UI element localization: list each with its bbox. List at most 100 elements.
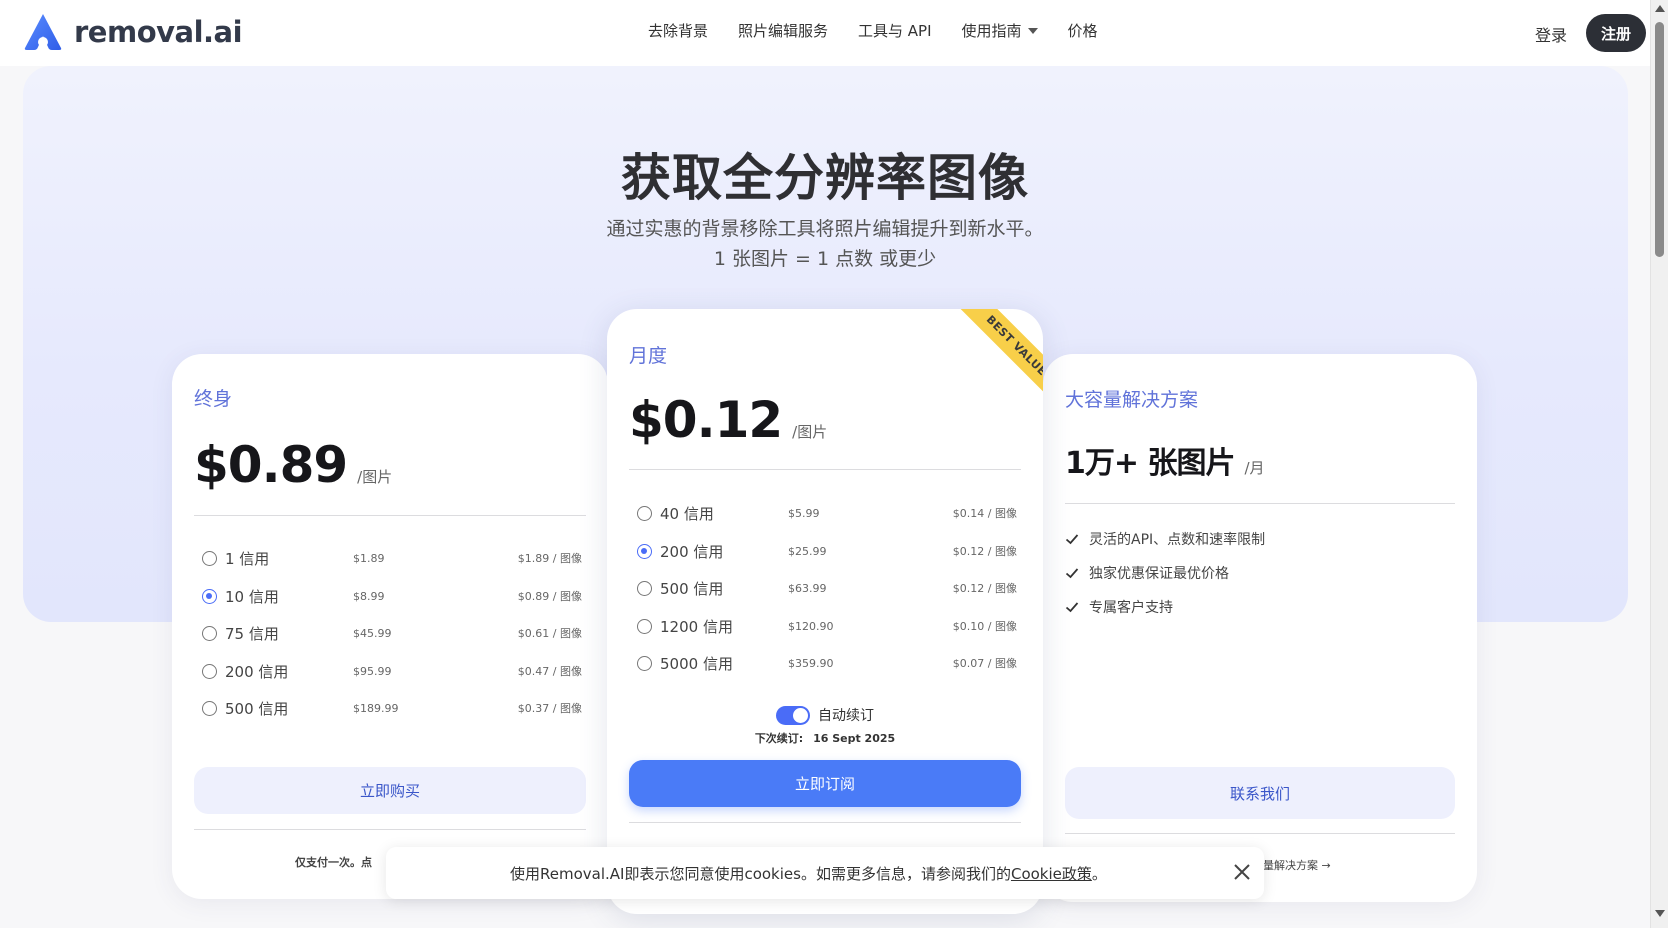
radio-button[interactable] xyxy=(202,625,217,641)
nav-pricing[interactable]: 价格 xyxy=(1068,20,1098,41)
cookie-text: 使用Removal.AI即表示您同意使用cookies。如需更多信息，请参阅我们… xyxy=(510,865,1011,883)
credit-option[interactable]: 40 信用 $5.99 $0.14 / 图像 xyxy=(637,502,1017,524)
auto-renew-label: 自动续订 xyxy=(818,708,874,724)
credit-option[interactable]: 200 信用 $95.99 $0.47 / 图像 xyxy=(202,660,582,682)
radio-button[interactable] xyxy=(202,663,217,679)
option-unit-price: $0.89 / 图像 xyxy=(517,590,582,603)
option-price: $189.99 xyxy=(353,701,399,715)
chevron-down-icon xyxy=(1027,27,1038,34)
option-price: $45.99 xyxy=(353,626,392,640)
option-label: 200 信用 xyxy=(225,662,289,681)
option-label: 75 信用 xyxy=(225,624,279,643)
credit-option[interactable]: 200 信用 $25.99 $0.12 / 图像 xyxy=(637,540,1017,562)
credit-option[interactable]: 1 信用 $1.89 $1.89 / 图像 xyxy=(202,547,582,569)
next-renewal-label: 下次续订: xyxy=(754,732,804,745)
radio-button[interactable] xyxy=(637,655,652,671)
login-link[interactable]: 登录 xyxy=(1535,22,1567,46)
plan-price: $0.89 xyxy=(194,436,348,494)
scroll-down-arrow-icon[interactable] xyxy=(1655,910,1665,917)
plan-card-monthly: BEST VALUE! 月度 $0.12 /图片 40 信用 $5.99 $0.… xyxy=(607,309,1043,914)
option-label: 1 信用 xyxy=(225,549,270,568)
best-value-badge: BEST VALUE! xyxy=(955,309,1043,411)
option-unit-price: $0.14 / 图像 xyxy=(952,507,1017,520)
close-icon[interactable] xyxy=(1232,862,1252,882)
option-price: $25.99 xyxy=(788,544,827,558)
next-renewal: 下次续订: 16 Sept 2025 xyxy=(607,730,1043,746)
plan-price-row: $0.89 /图片 xyxy=(194,436,392,494)
option-price: $95.99 xyxy=(353,664,392,678)
nav-photo-editing[interactable]: 照片编辑服务 xyxy=(738,20,828,41)
credit-option[interactable]: 500 信用 $63.99 $0.12 / 图像 xyxy=(637,577,1017,599)
hero-subtitle: 通过实惠的背景移除工具将照片编辑提升到新水平。 xyxy=(606,218,1044,240)
main-nav: 去除背景 照片编辑服务 工具与 API 使用指南 价格 xyxy=(648,20,1098,41)
divider xyxy=(629,469,1021,470)
signup-button[interactable]: 注册 xyxy=(1586,14,1646,52)
plan-price: 1万+ 张图片 xyxy=(1065,446,1235,481)
option-label: 5000 信用 xyxy=(660,654,733,673)
radio-button-selected[interactable] xyxy=(637,543,652,559)
nav-guide[interactable]: 使用指南 xyxy=(962,20,1038,41)
page-scrollbar[interactable] xyxy=(1650,0,1668,928)
option-unit-price: $0.37 / 图像 xyxy=(517,702,582,715)
plan-name: 月度 xyxy=(629,345,668,367)
cookie-message: 使用Removal.AI即表示您同意使用cookies。如需更多信息，请参阅我们… xyxy=(510,863,1107,884)
plan-price-row: $0.12 /图片 xyxy=(629,391,827,449)
checkmark-icon xyxy=(1065,534,1079,545)
checkmark-icon xyxy=(1065,602,1079,613)
plan-price-unit: /图片 xyxy=(357,468,393,486)
buy-now-button[interactable]: 立即购买 xyxy=(194,767,586,814)
option-price: $120.90 xyxy=(788,619,834,633)
option-label: 1200 信用 xyxy=(660,617,733,636)
checkmark-icon xyxy=(1065,568,1079,579)
plan-price-row: 1万+ 张图片 /月 xyxy=(1065,438,1265,482)
option-label: 10 信用 xyxy=(225,587,279,606)
option-unit-price: $0.10 / 图像 xyxy=(952,620,1017,633)
auto-renew-row: 自动续订 xyxy=(607,705,1043,725)
option-unit-price: $1.89 / 图像 xyxy=(517,552,582,565)
removal-logo-icon xyxy=(24,14,62,50)
radio-button-selected[interactable] xyxy=(202,588,217,604)
brand-logo[interactable]: removal.ai xyxy=(22,12,243,52)
option-unit-price: $0.12 / 图像 xyxy=(952,582,1017,595)
credit-option[interactable]: 75 信用 $45.99 $0.61 / 图像 xyxy=(202,622,582,644)
plan-price: $0.12 xyxy=(629,391,783,449)
scroll-thumb[interactable] xyxy=(1655,22,1664,257)
radio-button[interactable] xyxy=(202,550,217,566)
radio-button[interactable] xyxy=(202,700,217,716)
nav-guide-label: 使用指南 xyxy=(961,22,1022,40)
credit-option[interactable]: 10 信用 $8.99 $0.89 / 图像 xyxy=(202,585,582,607)
feature-text: 灵活的API、点数和速率限制 xyxy=(1089,532,1266,548)
plan-price-unit: /图片 xyxy=(792,423,828,441)
next-renewal-date: 16 Sept 2025 xyxy=(813,732,896,745)
divider xyxy=(194,515,586,516)
radio-button[interactable] xyxy=(637,580,652,596)
nav-tools-api[interactable]: 工具与 API xyxy=(858,20,932,41)
plan-footnote-link[interactable]: 量解决方案 → xyxy=(1263,857,1331,873)
radio-button[interactable] xyxy=(637,505,652,521)
radio-button[interactable] xyxy=(637,618,652,634)
option-unit-price: $0.47 / 图像 xyxy=(517,665,582,678)
feature-text: 独家优惠保证最优价格 xyxy=(1089,566,1229,582)
scroll-up-arrow-icon[interactable] xyxy=(1655,5,1665,12)
contact-us-button[interactable]: 联系我们 xyxy=(1065,767,1455,819)
nav-remove-background[interactable]: 去除背景 xyxy=(648,20,708,41)
feature-item: 专属客户支持 xyxy=(1065,597,1173,617)
auto-renew-toggle[interactable] xyxy=(776,705,810,725)
cookie-banner: 使用Removal.AI即表示您同意使用cookies。如需更多信息，请参阅我们… xyxy=(386,847,1264,899)
plan-footnote: 仅支付一次。点 xyxy=(295,856,372,869)
credit-option[interactable]: 1200 信用 $120.90 $0.10 / 图像 xyxy=(637,615,1017,637)
credit-option[interactable]: 500 信用 $189.99 $0.37 / 图像 xyxy=(202,697,582,719)
plan-name: 终身 xyxy=(194,388,233,410)
hero-credit-note: 1 张图片 = 1 点数 或更少 xyxy=(713,248,937,270)
subscribe-now-button[interactable]: 立即订阅 xyxy=(629,760,1021,807)
cookie-policy-link[interactable]: Cookie政策 xyxy=(1011,865,1092,883)
option-label: 200 信用 xyxy=(660,542,724,561)
option-label: 500 信用 xyxy=(225,699,289,718)
top-nav-bar: removal.ai 去除背景 照片编辑服务 工具与 API 使用指南 价格 登… xyxy=(0,0,1650,66)
divider xyxy=(629,822,1021,823)
best-value-ribbon: BEST VALUE! xyxy=(933,309,1043,419)
divider xyxy=(1065,503,1455,504)
option-price: $8.99 xyxy=(353,589,385,603)
option-label: 500 信用 xyxy=(660,579,724,598)
credit-option[interactable]: 5000 信用 $359.90 $0.07 / 图像 xyxy=(637,652,1017,674)
